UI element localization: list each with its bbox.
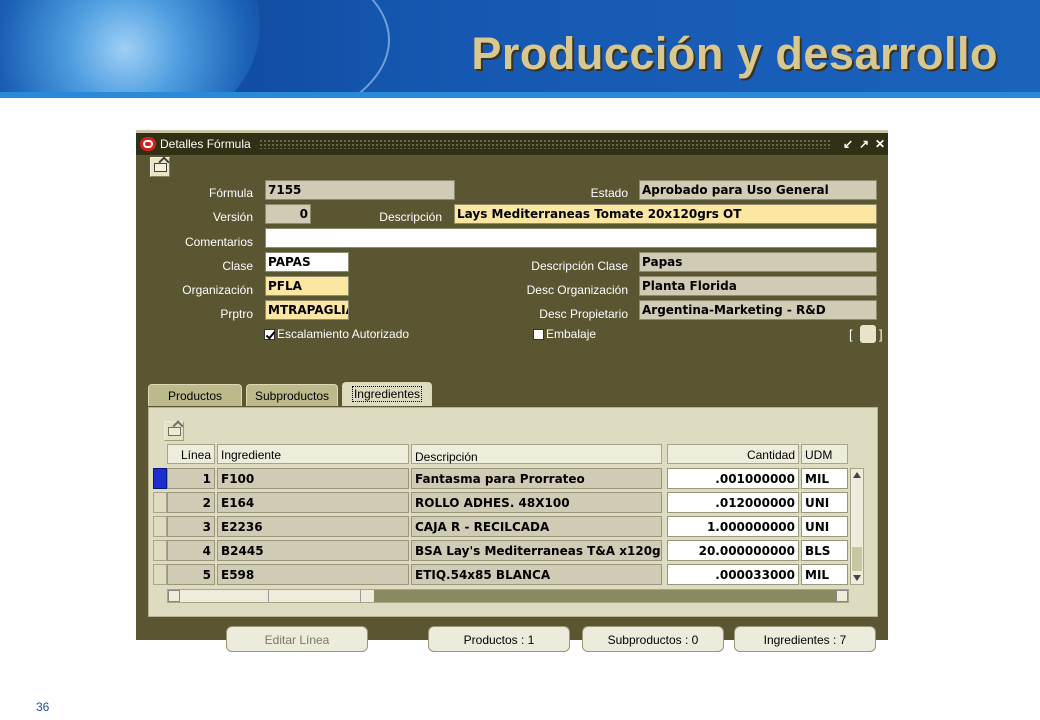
table-cell-ingrediente[interactable]: E164 <box>217 492 409 513</box>
table-cell-ingrediente[interactable]: E598 <box>217 564 409 585</box>
clase-label: Clase <box>222 259 253 273</box>
table-cell-udm[interactable]: UNI <box>801 516 848 537</box>
table-cell-linea[interactable]: 3 <box>167 516 215 537</box>
embalaje-checkbox[interactable]: Embalaje <box>533 327 596 341</box>
formula-details-window: Detalles Fórmula ↙ ↗ ✕ Fórmula 7155 Esta… <box>136 130 888 652</box>
scroll-thumb-horizontal[interactable] <box>180 590 374 602</box>
row-selector[interactable] <box>153 516 167 537</box>
table-cell-ingrediente[interactable]: B2445 <box>217 540 409 561</box>
row-selector[interactable] <box>153 492 167 513</box>
panel-folder-button[interactable] <box>164 421 184 441</box>
ingredientes-panel: Línea Ingrediente Descripción Cantidad U… <box>148 407 878 617</box>
estado-field[interactable]: Aprobado para Uso General <box>639 180 877 200</box>
tab-ingredientes[interactable]: Ingredientes <box>342 382 432 406</box>
version-field[interactable]: 0 <box>265 204 311 224</box>
subproductos-count-button[interactable]: Subproductos : 0 <box>582 626 724 652</box>
table-cell-cantidad[interactable]: .001000000 <box>667 468 799 489</box>
folder-icon <box>154 163 167 172</box>
descripcion-label: Descripción <box>379 210 442 224</box>
table-cell-linea[interactable]: 1 <box>167 468 215 489</box>
table-cell-cantidad[interactable]: 1.000000000 <box>667 516 799 537</box>
close-icon[interactable]: ✕ <box>872 137 888 151</box>
ingredientes-count-button[interactable]: Ingredientes : 7 <box>734 626 876 652</box>
horizontal-scrollbar[interactable] <box>167 589 849 603</box>
col-header-linea[interactable]: Línea <box>167 444 215 464</box>
table-cell-descripcion[interactable]: ROLLO ADHES. 48X100 <box>411 492 662 513</box>
globe-orbit-graphic <box>10 0 390 92</box>
desc-organizacion-field[interactable]: Planta Florida <box>639 276 877 296</box>
table-cell-cantidad[interactable]: .000033000 <box>667 564 799 585</box>
checkbox-checked-icon <box>264 328 275 340</box>
descripcion-clase-label: Descripción Clase <box>531 259 628 273</box>
maximize-icon[interactable]: ↗ <box>856 137 872 151</box>
estado-label: Estado <box>590 186 628 200</box>
col-header-descripcion[interactable]: Descripción <box>411 444 662 464</box>
prptro-field[interactable]: MTRAPAGLIA <box>265 300 349 320</box>
folder-icon <box>168 427 181 436</box>
table-cell-udm[interactable]: MIL <box>801 468 848 489</box>
productos-count-button[interactable]: Productos : 1 <box>428 626 570 652</box>
table-cell-cantidad[interactable]: 20.000000000 <box>667 540 799 561</box>
organizacion-field[interactable]: PFLA <box>265 276 349 296</box>
organizacion-label: Organización <box>182 283 253 297</box>
desc-propietario-label: Desc Propietario <box>539 307 628 321</box>
table-cell-udm[interactable]: UNI <box>801 492 848 513</box>
formula-field[interactable]: 7155 <box>265 180 455 200</box>
comentarios-field[interactable] <box>265 228 877 248</box>
table-cell-descripcion[interactable]: Fantasma para Prorrateo <box>411 468 662 489</box>
vertical-scrollbar[interactable] <box>850 468 864 585</box>
table-cell-udm[interactable]: BLS <box>801 540 848 561</box>
descripcion-field[interactable]: Lays Mediterraneas Tomate 20x120grs OT <box>454 204 877 224</box>
tab-productos[interactable]: Productos <box>148 384 242 406</box>
table-cell-ingrediente[interactable]: E2236 <box>217 516 409 537</box>
desc-organizacion-label: Desc Organización <box>526 283 628 297</box>
slide-header: Producción y desarrollo <box>0 0 1040 92</box>
folder-button[interactable] <box>150 157 170 177</box>
table-cell-ingrediente[interactable]: F100 <box>217 468 409 489</box>
clase-field[interactable]: PAPAS <box>265 252 349 272</box>
form-area: Fórmula 7155 Estado Aprobado para Uso Ge… <box>136 155 888 652</box>
table-cell-udm[interactable]: MIL <box>801 564 848 585</box>
table-cell-descripcion[interactable]: BSA Lay's Mediterraneas T&A x120grs <box>411 540 662 561</box>
scroll-thumb[interactable] <box>852 547 862 571</box>
minimize-icon[interactable]: ↙ <box>840 137 856 151</box>
page-number: 36 <box>36 700 50 714</box>
tab-subproductos[interactable]: Subproductos <box>246 384 338 406</box>
table-cell-cantidad[interactable]: .012000000 <box>667 492 799 513</box>
col-header-cantidad[interactable]: Cantidad <box>667 444 799 464</box>
formula-label: Fórmula <box>208 186 253 200</box>
scroll-left-icon[interactable] <box>168 590 180 602</box>
window-titlebar[interactable]: Detalles Fórmula ↙ ↗ ✕ <box>136 133 888 155</box>
table-cell-descripcion[interactable]: CAJA R - RECILCADA <box>411 516 662 537</box>
descripcion-clase-field[interactable]: Papas <box>639 252 877 272</box>
slide-title: Producción y desarrollo <box>471 28 998 79</box>
oracle-icon <box>140 137 156 151</box>
checkbox-unchecked-icon <box>533 328 544 340</box>
descriptive-flexfield-button[interactable] <box>860 325 876 343</box>
row-selector[interactable] <box>153 540 167 561</box>
row-selector-current[interactable] <box>153 468 167 489</box>
bracket-open: [ <box>849 327 853 342</box>
prptro-label: Prptro <box>220 307 253 321</box>
scroll-down-icon[interactable] <box>853 575 861 581</box>
scroll-up-icon[interactable] <box>853 472 861 478</box>
row-selector[interactable] <box>153 564 167 585</box>
comentarios-label: Comentarios <box>184 235 253 249</box>
table-cell-linea[interactable]: 5 <box>167 564 215 585</box>
escalamiento-checkbox[interactable]: Escalamiento Autorizado <box>264 327 409 341</box>
col-header-udm[interactable]: UDM <box>801 444 848 464</box>
header-strip <box>0 92 1040 98</box>
editar-linea-button[interactable]: Editar Línea <box>226 626 368 652</box>
desc-propietario-field[interactable]: Argentina-Marketing - R&D <box>639 300 877 320</box>
window-title: Detalles Fórmula <box>160 137 251 151</box>
table-cell-descripcion[interactable]: ETIQ.54x85 BLANCA <box>411 564 662 585</box>
version-label: Versión <box>212 210 253 224</box>
col-header-ingrediente[interactable]: Ingrediente <box>217 444 409 464</box>
bracket-close: ] <box>879 327 883 342</box>
table-cell-linea[interactable]: 4 <box>167 540 215 561</box>
scroll-right-icon[interactable] <box>836 590 848 602</box>
table-cell-linea[interactable]: 2 <box>167 492 215 513</box>
